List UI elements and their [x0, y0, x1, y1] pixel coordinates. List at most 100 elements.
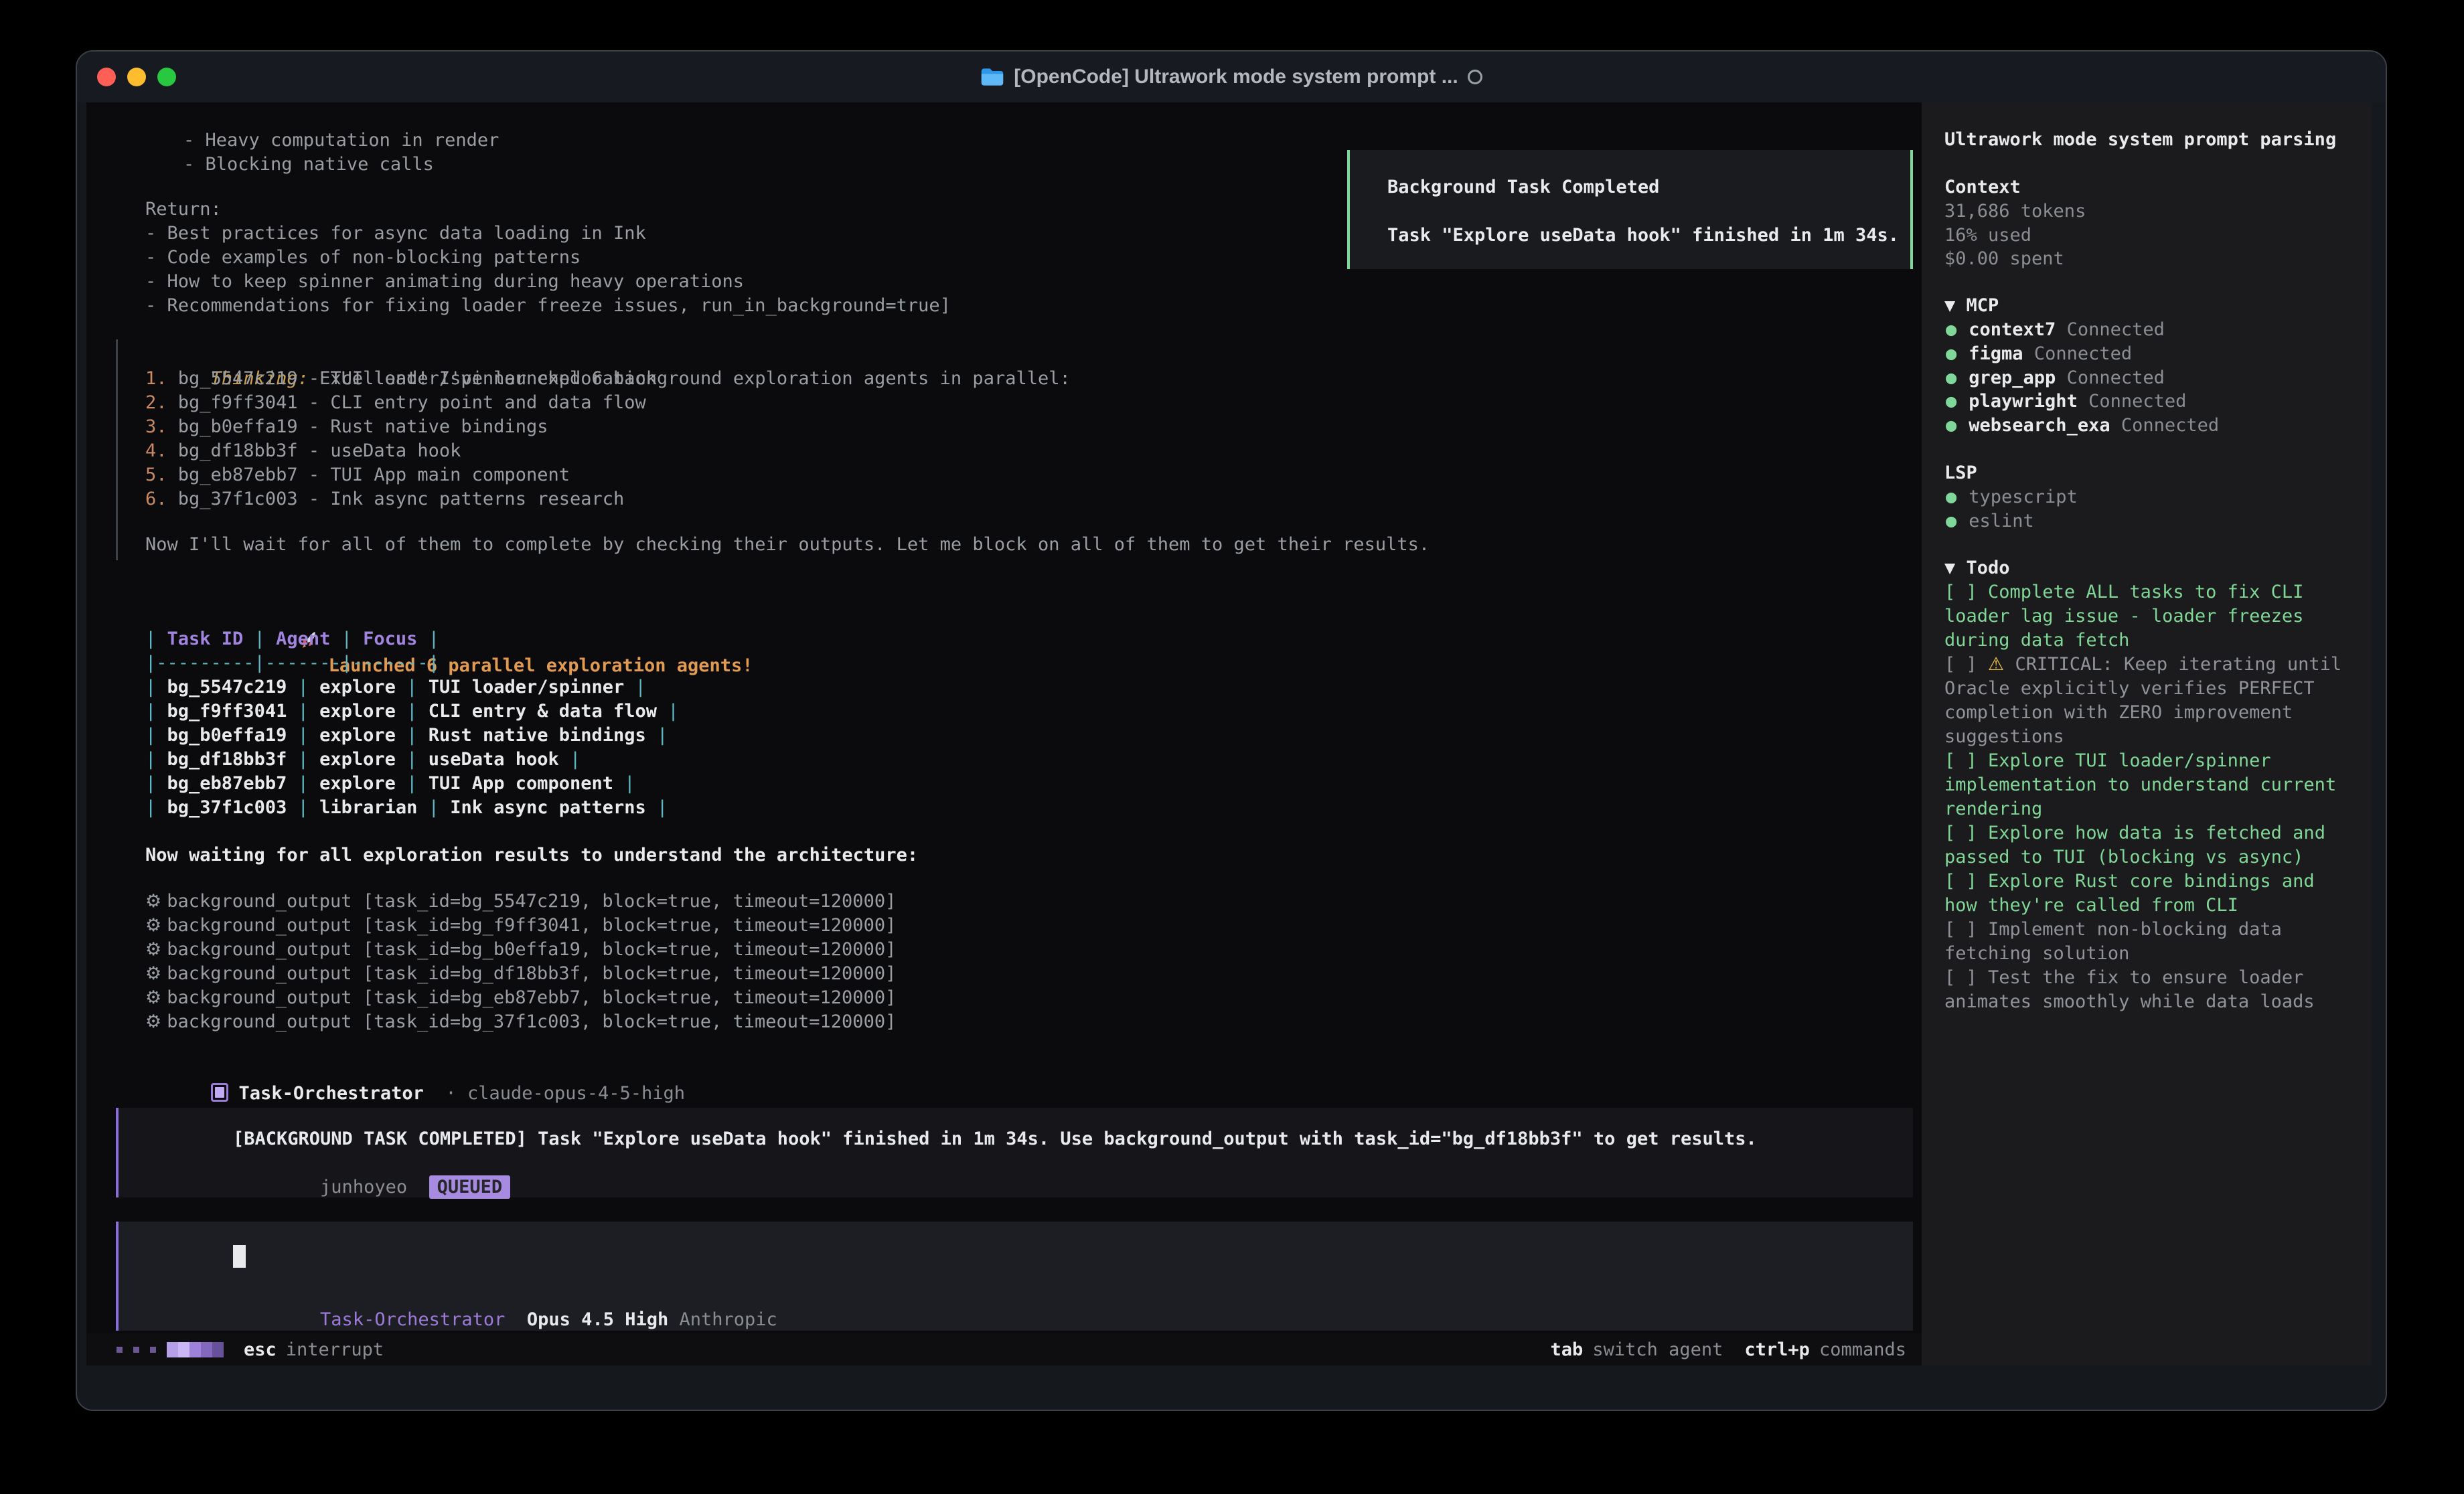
- progress-ring-icon: [1468, 70, 1482, 84]
- status-dot-icon: ●: [1946, 343, 1956, 364]
- status-dot-icon: ●: [1946, 319, 1956, 340]
- thinking-outro: Now I'll wait for all of them to complet…: [145, 533, 1430, 557]
- prompt-input[interactable]: Task-Orchestrator Opus 4.5 High Anthropi…: [116, 1222, 1913, 1331]
- context-used: 16% used: [1944, 224, 2031, 248]
- session-title: Ultrawork mode system prompt parsing: [1944, 128, 2336, 152]
- tool-call-line: ⚙background_output [task_id=bg_eb87ebb7,…: [145, 986, 896, 1010]
- toast-title: Background Task Completed: [1387, 175, 1659, 199]
- thinking-item: 6. bg_37f1c003 - Ink async patterns rese…: [145, 487, 624, 511]
- gear-icon: ⚙: [145, 891, 161, 912]
- gear-icon: ⚙: [145, 1011, 161, 1032]
- terminal-window: [OpenCode] Ultrawork mode system prompt …: [76, 50, 2387, 1411]
- text-cursor: [233, 1245, 246, 1268]
- table-row: | bg_eb87ebb7 | explore | TUI App compon…: [145, 772, 635, 796]
- queued-badge: QUEUED: [429, 1175, 511, 1199]
- mcp-item: ●playwright Connected: [1946, 390, 2186, 414]
- todo-item: [ ] Test the fix to ensure loader animat…: [1944, 966, 2349, 1014]
- table-row: | bg_5547c219 | explore | TUI loader/spi…: [145, 675, 646, 699]
- tool-result-line: Return:: [145, 197, 222, 222]
- status-dot-icon: ●: [1946, 391, 1956, 412]
- agent-icon: [211, 1083, 228, 1102]
- input-agent: Task-Orchestrator: [320, 1309, 505, 1330]
- session-sidebar: Ultrawork mode system prompt parsing Con…: [1922, 102, 2372, 1365]
- input-provider: Anthropic: [680, 1309, 777, 1330]
- status-dot-icon: ●: [1946, 415, 1956, 436]
- warning-icon: ⚠: [1988, 654, 2004, 675]
- todo-item: [ ] Implement non-blocking data fetching…: [1944, 918, 2349, 966]
- folder-icon: [980, 67, 1004, 87]
- ctrlp-key-hint: ctrl+p: [1744, 1339, 1810, 1360]
- status-dot-icon: ●: [1946, 511, 1956, 531]
- agent-attribution: Task-Orchestrator · claude-opus-4-5-high: [145, 1058, 685, 1082]
- tool-call-line: ⚙background_output [task_id=bg_b0effa19,…: [145, 938, 896, 962]
- completed-message: [BACKGROUND TASK COMPLETED] Task "Explor…: [233, 1127, 1757, 1151]
- status-bar: esc interrupt tab switch agent ctrl+p co…: [86, 1333, 1922, 1365]
- esc-key-hint: esc: [244, 1339, 277, 1360]
- thinking-item: 4. bg_df18bb3f - useData hook: [145, 439, 461, 463]
- table-row: | bg_df18bb3f | explore | useData hook |: [145, 748, 581, 772]
- tab-key-hint: tab: [1551, 1339, 1584, 1360]
- chevron-down-icon: ▼: [1944, 295, 1955, 316]
- tool-call-line: ⚙background_output [task_id=bg_5547c219,…: [145, 890, 896, 914]
- status-dot-icon: ●: [1946, 367, 1956, 388]
- spinner-blocks: [167, 1342, 224, 1357]
- thinking-line: Thinking: Excellent! I've launched 6 bac…: [145, 343, 1071, 367]
- context-header: Context: [1944, 175, 2021, 199]
- mcp-item: ●context7 Connected: [1946, 318, 2165, 342]
- mcp-item: ●websearch_exa Connected: [1946, 414, 2219, 438]
- status-dot-icon: ●: [1946, 487, 1956, 507]
- window-title: [OpenCode] Ultrawork mode system prompt …: [1014, 66, 1458, 88]
- thinking-item: 5. bg_eb87ebb7 - TUI App main component: [145, 463, 570, 487]
- thinking-item: 2. bg_f9ff3041 - CLI entry point and dat…: [145, 391, 646, 415]
- tool-result-line: - Recommendations for fixing loader free…: [145, 294, 951, 318]
- mcp-item: ●grep_app Connected: [1946, 366, 2165, 390]
- message-gutter-bar: [116, 339, 118, 560]
- toast-body: Task "Explore useData hook" finished in …: [1387, 224, 1899, 248]
- input-meta: Task-Orchestrator Opus 4.5 High Anthropi…: [233, 1284, 777, 1308]
- gear-icon: ⚙: [145, 915, 161, 936]
- spinner-dot: [133, 1347, 139, 1353]
- lsp-header: LSP: [1944, 461, 1977, 485]
- toast-notification[interactable]: Background Task Completed Task "Explore …: [1347, 150, 1913, 269]
- chat-pane: - Heavy computation in render - Blocking…: [86, 102, 1922, 1365]
- thinking-item: 3. bg_b0effa19 - Rust native bindings: [145, 415, 548, 439]
- launch-line: Launched 6 parallel exploration agents!: [145, 581, 753, 605]
- tool-call-line: ⚙background_output [task_id=bg_f9ff3041,…: [145, 914, 896, 938]
- mcp-header[interactable]: ▼ MCP: [1944, 294, 1999, 318]
- spinner-dot: [117, 1347, 123, 1353]
- waiting-line: Now waiting for all exploration results …: [145, 843, 918, 867]
- tool-call-line: ⚙background_output [task_id=bg_37f1c003,…: [145, 1010, 896, 1034]
- todo-item: [ ] Explore Rust core bindings and how t…: [1944, 869, 2349, 918]
- spinner-dot: [150, 1347, 156, 1353]
- gear-icon: ⚙: [145, 963, 161, 984]
- gear-icon: ⚙: [145, 987, 161, 1008]
- input-model: Opus 4.5 High: [527, 1309, 668, 1330]
- mcp-item: ●figma Connected: [1946, 342, 2132, 366]
- context-tokens: 31,686 tokens: [1944, 199, 2086, 224]
- table-row: | bg_b0effa19 | explore | Rust native bi…: [145, 724, 668, 748]
- username: junhoyeo: [320, 1177, 407, 1197]
- tool-call-line: ⚙background_output [task_id=bg_df18bb3f,…: [145, 962, 896, 986]
- todo-item: [ ] Explore how data is fetched and pass…: [1944, 821, 2349, 869]
- todo-list: [ ] Complete ALL tasks to fix CLI loader…: [1944, 580, 2349, 1014]
- table-header-row: | Task ID | Agent | Focus |: [145, 627, 439, 651]
- tool-result-line: - Code examples of non-blocking patterns: [145, 246, 581, 270]
- tool-result-line: - How to keep spinner animating during h…: [145, 270, 744, 294]
- tool-result-line: - Heavy computation in render: [183, 129, 499, 153]
- gear-icon: ⚙: [145, 939, 161, 960]
- titlebar: [OpenCode] Ultrawork mode system prompt …: [77, 52, 2386, 102]
- tool-result-line: - Best practices for async data loading …: [145, 222, 646, 246]
- completed-meta: junhoyeo QUEUED: [233, 1151, 510, 1175]
- background-task-message: [BACKGROUND TASK COMPLETED] Task "Explor…: [116, 1108, 1913, 1197]
- chevron-down-icon: ▼: [1944, 558, 1955, 578]
- todo-item: [ ] ⚠ CRITICAL: Keep iterating until Ora…: [1944, 653, 2349, 749]
- lsp-item: ●eslint: [1946, 509, 2034, 533]
- tool-result-line: - Blocking native calls: [183, 153, 434, 177]
- table-separator-row: |---------|-------|-------|: [145, 651, 439, 675]
- thinking-item: 1. bg_5547c219 - TUI loader/spinner expl…: [145, 367, 657, 391]
- context-spent: $0.00 spent: [1944, 247, 2064, 271]
- table-row: | bg_f9ff3041 | explore | CLI entry & da…: [145, 699, 679, 724]
- todo-header[interactable]: ▼ Todo: [1944, 556, 2010, 580]
- app-version: ●OpenCode 1.0.152: [1946, 1343, 2196, 1365]
- lsp-item: ●typescript: [1946, 485, 2078, 509]
